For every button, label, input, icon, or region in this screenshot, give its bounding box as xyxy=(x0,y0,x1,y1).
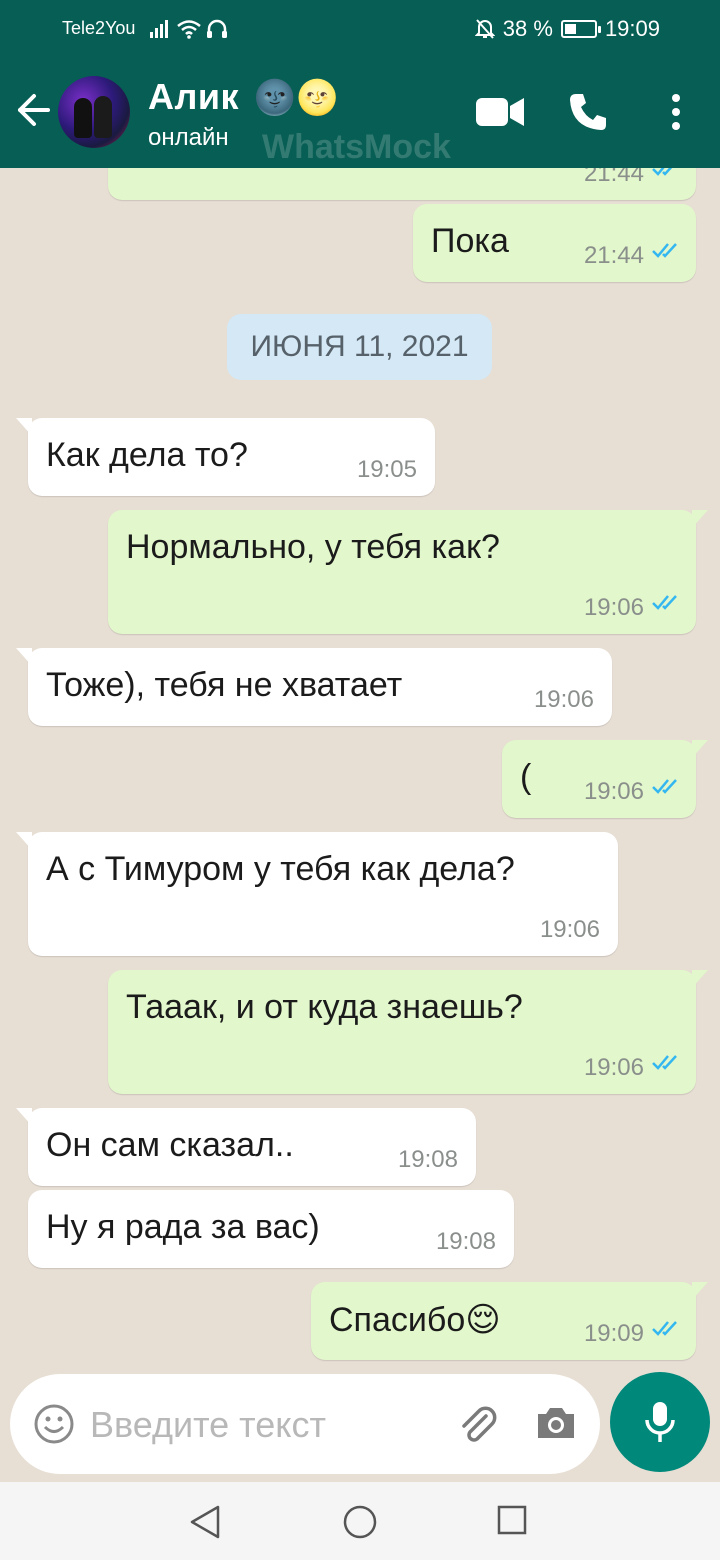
message-text: Пока xyxy=(431,222,509,260)
message-text: Тоже), тебя не хватает xyxy=(46,666,403,704)
message-text: Спасибо😌 xyxy=(329,1301,501,1339)
nav-home-icon[interactable] xyxy=(342,1504,378,1545)
message-time: 19:05 xyxy=(356,456,417,483)
message-input[interactable]: Введите текст xyxy=(90,1404,326,1446)
watermark: WhatsMock xyxy=(262,128,451,166)
message-time: 21:44 xyxy=(583,168,644,187)
chat-header: Алик 🌚🌝 онлайн WhatsMock xyxy=(0,58,720,168)
date-separator: ИЮНЯ 11, 2021 xyxy=(227,314,492,380)
message-bubble-incoming[interactable]: Как дела то? 19:05 xyxy=(16,418,435,496)
message-composer[interactable]: Введите текст xyxy=(10,1374,600,1474)
battery-icon xyxy=(560,20,601,38)
message-time: 19:06 xyxy=(539,916,600,943)
message-bubble-outgoing[interactable]: Спасибо😌 19:09 xyxy=(311,1282,708,1360)
message-time: 19:09 xyxy=(583,1320,644,1347)
read-ticks-icon xyxy=(652,1041,682,1080)
camera-icon[interactable] xyxy=(534,1404,578,1447)
message-text: Тааак, и от куда знаешь? xyxy=(126,988,523,1026)
message-text: Он сам сказал.. xyxy=(46,1126,294,1164)
headset-icon xyxy=(207,19,227,38)
read-ticks-icon xyxy=(652,765,682,804)
message-bubble-incoming[interactable]: Тоже), тебя не хватает 19:06 xyxy=(16,648,612,726)
clock: 19:09 xyxy=(604,16,660,41)
avatar-figure xyxy=(94,96,112,138)
message-time: 19:06 xyxy=(583,1054,644,1081)
message-time: 19:08 xyxy=(435,1228,496,1255)
message-text: А с Тимуром у тебя как дела? xyxy=(46,850,515,888)
mic-icon xyxy=(645,1402,675,1442)
video-call-icon[interactable] xyxy=(476,92,526,137)
message-bubble-outgoing[interactable]: 21:44 xyxy=(108,168,696,200)
status-right: 38 % 19:09 xyxy=(474,16,660,42)
phone-call-icon[interactable] xyxy=(568,92,608,137)
signal-wifi-headset-icons xyxy=(150,18,228,40)
message-bubble-outgoing[interactable]: Пока 21:44 xyxy=(413,204,696,282)
message-text: Ну я рада за вас) xyxy=(46,1208,320,1246)
avatar[interactable] xyxy=(58,76,130,148)
message-bubble-incoming[interactable]: Он сам сказал.. 19:08 xyxy=(16,1108,476,1186)
read-ticks-icon xyxy=(652,229,682,268)
carrier-name: Tele2You xyxy=(62,18,136,38)
system-nav-bar xyxy=(0,1482,720,1560)
message-bubble-incoming[interactable]: А с Тимуром у тебя как дела? 19:06 xyxy=(16,832,618,956)
signal-icon xyxy=(150,20,168,38)
message-bubble-outgoing[interactable]: ( 19:06 xyxy=(502,740,708,818)
message-bubble-outgoing[interactable]: Тааак, и от куда знаешь? 19:06 xyxy=(108,970,708,1094)
contact-name-row[interactable]: Алик 🌚🌝 xyxy=(148,76,339,118)
attach-icon[interactable] xyxy=(456,1404,500,1453)
message-list[interactable]: 21:44 Пока 21:44 ИЮНЯ 11, 2021 Как дела … xyxy=(0,168,720,1374)
avatar-figure xyxy=(74,98,92,138)
contact-name: Алик xyxy=(148,76,240,117)
status-bar: Tele2You 38 % 19:09 xyxy=(0,0,720,58)
message-time: 21:44 xyxy=(583,242,644,269)
mute-bell-icon xyxy=(474,19,495,39)
message-bubble-outgoing[interactable]: Нормально, у тебя как? 19:06 xyxy=(108,510,708,634)
message-time: 19:06 xyxy=(583,594,644,621)
message-bubble-incoming[interactable]: Ну я рада за вас) 19:08 xyxy=(28,1190,514,1268)
read-ticks-icon xyxy=(652,581,682,620)
contact-emoji: 🌚🌝 xyxy=(253,79,340,117)
voice-record-button[interactable] xyxy=(610,1372,710,1472)
contact-status: онлайн xyxy=(148,124,229,151)
battery-percent: 38 % xyxy=(502,16,553,41)
emoji-icon[interactable] xyxy=(34,1404,74,1449)
message-text: ( xyxy=(520,758,532,796)
message-time: 19:08 xyxy=(397,1146,458,1173)
nav-recents-icon[interactable] xyxy=(496,1504,528,1541)
wifi-icon xyxy=(177,20,201,39)
message-text: Как дела то? xyxy=(46,436,248,474)
back-arrow-icon[interactable] xyxy=(14,92,52,133)
battery-fill xyxy=(564,24,576,34)
message-time: 19:06 xyxy=(583,778,644,805)
more-options-icon[interactable] xyxy=(668,92,684,137)
message-time: 19:06 xyxy=(533,686,594,713)
read-ticks-icon xyxy=(652,168,682,186)
read-ticks-icon xyxy=(652,1307,682,1346)
message-text: Нормально, у тебя как? xyxy=(126,528,500,566)
nav-back-icon[interactable] xyxy=(188,1504,222,1545)
